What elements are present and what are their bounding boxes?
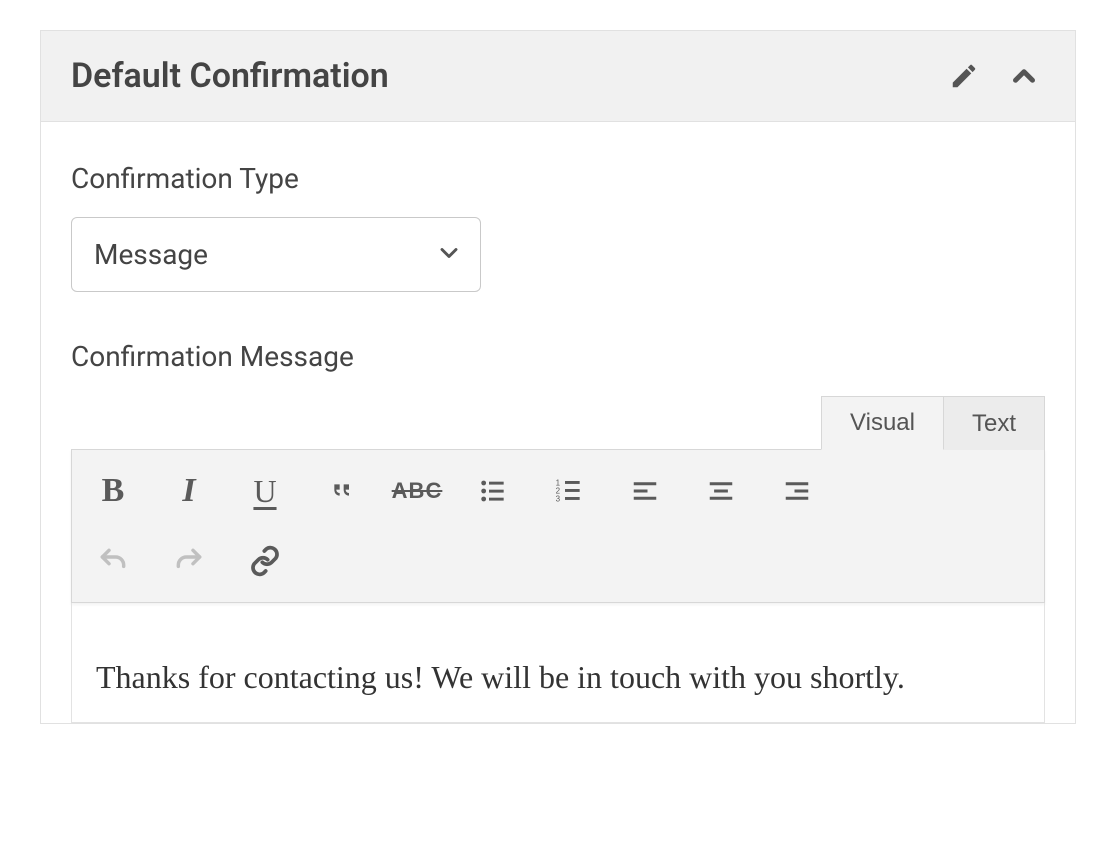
redo-button[interactable] [164,536,214,586]
align-right-icon [782,476,812,506]
align-right-button[interactable] [772,466,822,516]
redo-icon [173,545,205,577]
italic-button[interactable]: I [164,466,214,516]
confirmation-panel: Default Confirmation Confirmation Type M… [40,30,1076,724]
link-button[interactable] [240,536,290,586]
svg-text:3: 3 [556,495,561,504]
editor-content[interactable]: Thanks for contacting us! We will be in … [71,603,1045,723]
chevron-up-icon [1007,59,1041,93]
bullet-list-icon [477,475,509,507]
confirmation-type-select[interactable]: Message [71,217,481,292]
bullet-list-button[interactable] [468,466,518,516]
align-center-button[interactable] [696,466,746,516]
panel-actions [945,55,1045,97]
panel-title: Default Confirmation [71,56,389,96]
panel-body: Confirmation Type Message Confirmation M… [41,122,1075,723]
editor-tabs: Visual Text [71,395,1045,449]
bold-button[interactable]: B [88,466,138,516]
confirmation-message-label: Confirmation Message [71,340,1045,373]
editor: Visual Text B I U ABC 123 [71,395,1045,723]
editor-toolbar: B I U ABC 123 [71,449,1045,603]
confirmation-type-select-wrap: Message [71,217,481,292]
align-center-icon [706,476,736,506]
numbered-list-icon: 123 [553,475,585,507]
tab-text[interactable]: Text [943,396,1045,450]
strikethrough-button[interactable]: ABC [392,466,442,516]
tab-visual[interactable]: Visual [821,396,944,450]
align-left-button[interactable] [620,466,670,516]
link-icon [249,545,281,577]
pencil-icon [949,61,979,91]
panel-header: Default Confirmation [41,31,1075,122]
confirmation-type-label: Confirmation Type [71,162,1045,195]
blockquote-button[interactable] [316,466,366,516]
undo-button[interactable] [88,536,138,586]
undo-icon [97,545,129,577]
collapse-button[interactable] [1003,55,1045,97]
align-left-icon [630,476,660,506]
numbered-list-button[interactable]: 123 [544,466,594,516]
edit-button[interactable] [945,57,983,95]
quote-icon [325,475,357,507]
underline-button[interactable]: U [240,466,290,516]
